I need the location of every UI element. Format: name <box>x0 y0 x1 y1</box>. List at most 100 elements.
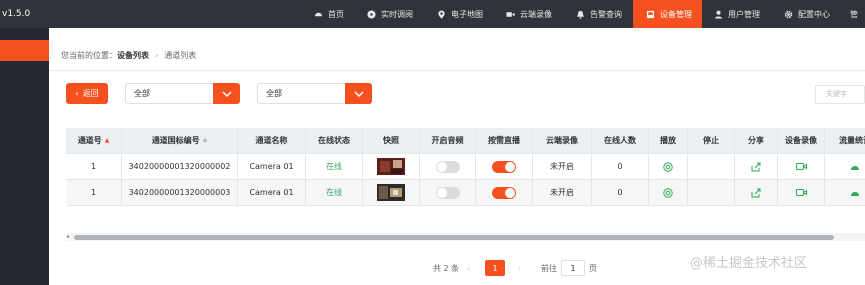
col-header-device-record: 设备录像 <box>778 128 825 154</box>
chevron-down-icon[interactable] <box>213 83 240 104</box>
nav-item-map[interactable]: 电子地图 <box>437 0 483 28</box>
col-header-status: 在线状态 <box>306 128 363 154</box>
cell-channel-no: 1 <box>66 180 122 206</box>
gear-icon <box>784 10 793 18</box>
filter-select-1[interactable]: 全部 <box>125 83 240 104</box>
cell-cloud-record: 未开启 <box>533 154 592 180</box>
filter-select-2[interactable]: 全部 <box>257 83 372 104</box>
breadcrumb-separator: › <box>155 51 159 60</box>
back-button[interactable]: ‹ 返回 <box>66 83 108 104</box>
on-demand-toggle[interactable] <box>492 160 516 173</box>
snapshot-thumbnail[interactable] <box>377 184 405 201</box>
video-icon[interactable] <box>795 188 807 197</box>
table-horizontal-scrollbar[interactable]: ◂ <box>66 233 865 241</box>
sidebar <box>0 28 49 285</box>
breadcrumb-divider <box>49 70 865 71</box>
chevron-left-icon: ‹ <box>75 89 79 98</box>
col-header-gb-id[interactable]: 通道国标编号 ◆ <box>122 128 238 154</box>
cell-play <box>649 180 688 206</box>
nav-item-alarm[interactable]: 告警查询 <box>576 0 622 28</box>
cell-viewers: 0 <box>592 154 649 180</box>
chevron-down-icon[interactable] <box>345 83 372 104</box>
cell-name: Camera 01 <box>238 180 306 206</box>
breadcrumb-device-list[interactable]: 设备列表 <box>117 51 149 60</box>
sort-icon[interactable]: ◆ <box>203 137 208 144</box>
user-icon <box>714 10 723 19</box>
pagination-total: 共 2 条 <box>433 263 460 273</box>
cell-stop <box>688 180 735 206</box>
nav-item-live[interactable]: 实时调阅 <box>367 0 413 28</box>
nav-item-user-management[interactable]: 用户管理 <box>714 0 760 28</box>
on-demand-toggle[interactable] <box>492 186 516 199</box>
video-icon <box>506 11 515 17</box>
breadcrumb-channel-list: 通道列表 <box>164 51 197 60</box>
bell-icon <box>577 10 584 19</box>
cell-gb-id: 34020000001320000003 <box>122 180 238 206</box>
watermark: @稀土掘金技术社区 <box>690 256 808 271</box>
nav-item-cloud-record[interactable]: 云端录像 <box>506 0 552 28</box>
col-header-on-demand: 按需直播 <box>476 128 533 154</box>
col-header-play: 播放 <box>649 128 688 154</box>
play-icon[interactable] <box>663 187 673 198</box>
cell-name: Camera 01 <box>238 154 306 180</box>
scrollbar-thumb[interactable] <box>74 235 834 240</box>
cell-viewers: 0 <box>592 180 649 206</box>
top-nav-bar: v1.5.0 首页 实时调阅 电子地图 云端录像 告警查询 设备管理 用户管理 … <box>0 0 865 28</box>
cell-share <box>735 154 778 180</box>
table-row: 1 34020000001320000002 Camera 01 在线 未开启 … <box>66 154 865 180</box>
cell-device-record <box>778 180 825 206</box>
video-icon[interactable] <box>795 162 807 171</box>
col-header-traffic: 流量统计 <box>825 128 865 154</box>
goto-page-input[interactable]: 1 <box>561 260 585 276</box>
play-icon[interactable] <box>663 161 673 172</box>
channel-table: 通道号 ▲ 通道国标编号 ◆ 通道名称 在线状态 快照 开启音频 按需直播 云端录像… <box>66 128 865 212</box>
content-panel: 您当前的位置：设备列表›通道列表 ‹ 返回 全部 全部 关键字 通道号▲ <box>49 28 865 285</box>
goto-label: 前往 <box>541 263 557 273</box>
device-icon <box>646 10 655 18</box>
page-unit-label: 页 <box>589 263 597 273</box>
snapshot-thumbnail[interactable] <box>377 158 405 175</box>
sort-icon[interactable]: ▲ <box>105 137 110 144</box>
cell-snapshot <box>363 180 420 206</box>
audio-toggle[interactable] <box>435 160 460 173</box>
cell-audio <box>420 154 476 180</box>
col-header-snapshot: 快照 <box>363 128 420 154</box>
col-header-audio: 开启音频 <box>420 128 476 154</box>
cell-audio <box>420 180 476 206</box>
next-page-icon[interactable]: › <box>518 260 521 276</box>
nav-item-admin[interactable]: 管 <box>850 0 858 28</box>
app-version: v1.5.0 <box>2 9 31 19</box>
traffic-gauge-icon[interactable] <box>850 188 860 198</box>
prev-page-icon[interactable]: ‹ <box>467 260 470 276</box>
page-number-current[interactable]: 1 <box>485 260 505 276</box>
cell-channel-no: 1 <box>66 154 122 180</box>
col-header-channel-no[interactable]: 通道号 ▲ <box>66 128 122 154</box>
cell-cloud-record: 未开启 <box>533 180 592 206</box>
breadcrumb: 您当前的位置：设备列表 › 通道列表 <box>61 51 197 60</box>
col-header-viewers: 在线人数 <box>592 128 649 154</box>
col-header-name: 通道名称 <box>238 128 306 154</box>
cell-gb-id: 34020000001320000002 <box>122 154 238 180</box>
main-content: 您当前的位置：设备列表›通道列表 ‹ 返回 全部 全部 关键字 通道号▲ <box>49 28 865 285</box>
scroll-left-arrow-icon[interactable]: ◂ <box>66 233 69 241</box>
col-header-stop: 停止 <box>688 128 735 154</box>
cell-device-record <box>778 154 825 180</box>
map-pin-icon <box>438 9 445 19</box>
cell-traffic <box>825 154 865 180</box>
cell-snapshot <box>363 154 420 180</box>
search-input[interactable]: 关键字 <box>815 85 865 104</box>
cell-play <box>649 154 688 180</box>
nav-item-device-management[interactable]: 设备管理 <box>633 0 702 28</box>
nav-item-config-center[interactable]: 配置中心 <box>784 0 830 28</box>
traffic-gauge-icon[interactable] <box>850 162 860 172</box>
audio-toggle[interactable] <box>435 186 460 199</box>
cell-on-demand <box>476 154 533 180</box>
share-icon[interactable] <box>751 162 761 172</box>
share-icon[interactable] <box>751 188 761 198</box>
nav-item-home[interactable]: 首页 <box>314 0 344 28</box>
cell-status: 在线 <box>306 154 363 180</box>
cell-traffic <box>825 180 865 206</box>
sidebar-item-active[interactable] <box>0 40 49 61</box>
speedometer-icon <box>314 12 323 16</box>
cell-share <box>735 180 778 206</box>
